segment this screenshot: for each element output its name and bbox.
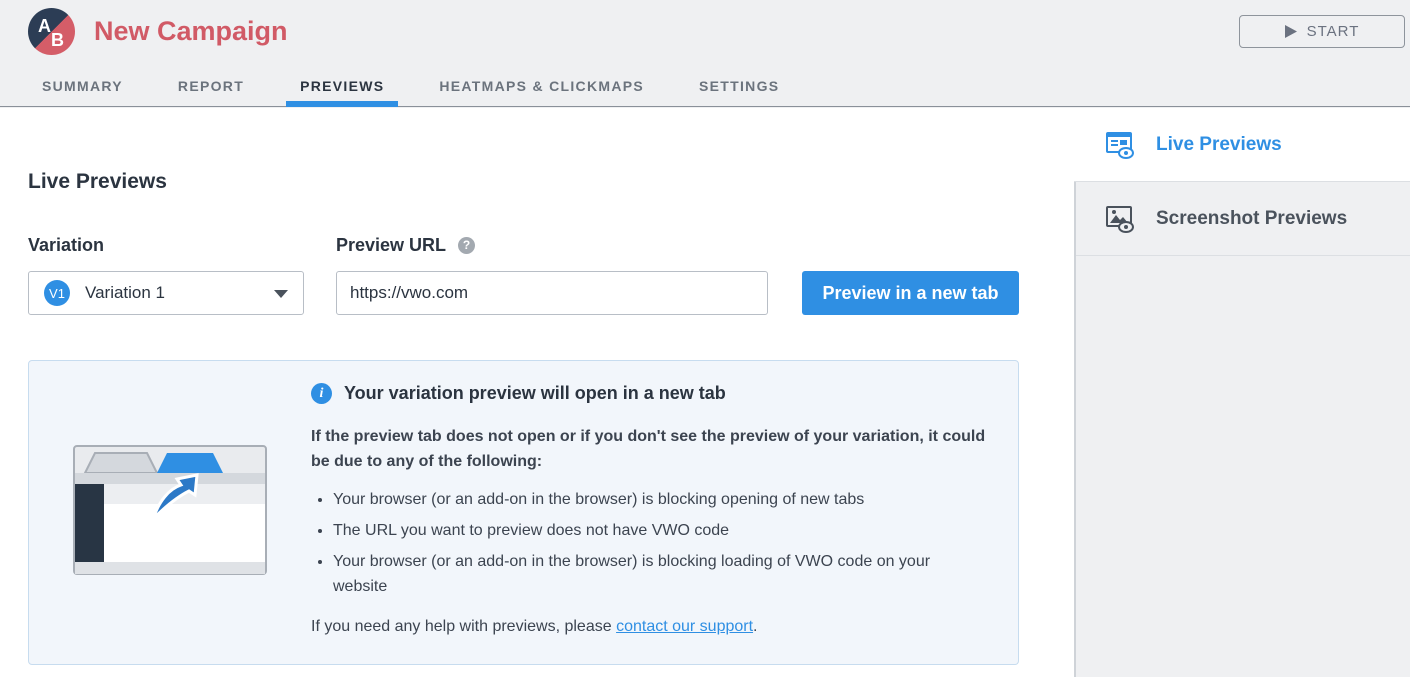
info-box: i Your variation preview will open in a n… xyxy=(28,360,1019,665)
list-item: Your browser (or an add-on in the browse… xyxy=(333,487,973,512)
preview-url-label: Preview URL? xyxy=(336,235,476,256)
variation-label: Variation xyxy=(28,235,105,255)
tab-settings[interactable]: SETTINGS xyxy=(699,78,779,106)
campaign-title: New Campaign xyxy=(94,16,288,46)
page-title: Live Previews xyxy=(28,170,167,193)
info-title: i Your variation preview will open in a n… xyxy=(311,383,726,404)
tab-report[interactable]: REPORT xyxy=(178,78,244,106)
contact-support-link[interactable]: contact our support xyxy=(616,618,753,635)
new-tab-illustration-icon xyxy=(73,445,267,575)
list-item: Your browser (or an add-on in the browse… xyxy=(333,549,973,599)
info-description: If the preview tab does not open or if y… xyxy=(311,428,986,470)
ab-logo: A B xyxy=(28,8,75,55)
live-preview-icon xyxy=(1106,131,1134,159)
variation-select[interactable]: V1 Variation 1 xyxy=(28,271,304,315)
info-icon: i xyxy=(311,383,332,404)
start-button[interactable]: START xyxy=(1239,15,1405,48)
chevron-down-icon xyxy=(274,290,288,298)
variation-badge: V1 xyxy=(44,280,70,306)
help-icon[interactable]: ? xyxy=(458,236,476,254)
help-text: If you need any help with previews, plea… xyxy=(311,618,758,635)
tab-bar: SUMMARY REPORT PREVIEWS HEATMAPS & CLICK… xyxy=(0,78,779,107)
sidebar: Live Previews Screenshot Previews xyxy=(1074,108,1410,677)
sidebar-item-live-previews[interactable]: Live Previews xyxy=(1074,108,1410,182)
tab-heatmaps[interactable]: HEATMAPS & CLICKMAPS xyxy=(439,78,644,106)
screenshot-preview-icon xyxy=(1106,205,1134,233)
main-panel: Live Previews Variation Preview URL? V1 … xyxy=(0,108,1074,677)
preview-new-tab-button[interactable]: Preview in a new tab xyxy=(802,271,1019,315)
reason-list: Your browser (or an add-on in the browse… xyxy=(333,487,973,605)
sidebar-item-screenshot-previews[interactable]: Screenshot Previews xyxy=(1076,182,1410,256)
list-item: The URL you want to preview does not hav… xyxy=(333,518,973,543)
play-icon xyxy=(1284,25,1297,38)
preview-url-input[interactable] xyxy=(336,271,768,315)
tab-summary[interactable]: SUMMARY xyxy=(42,78,123,106)
tab-previews[interactable]: PREVIEWS xyxy=(286,78,399,107)
header: A B New Campaign START SUMMARY REPORT PR… xyxy=(0,0,1410,107)
